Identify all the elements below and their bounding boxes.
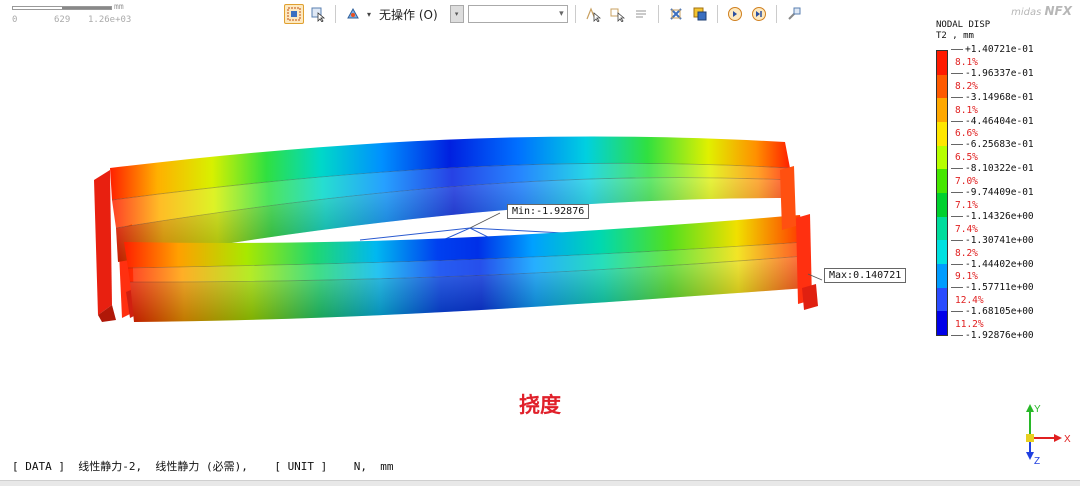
legend-percent: 8.1%: [955, 56, 978, 68]
legend-percent: 11.2%: [955, 319, 984, 331]
axis-label-x: X: [1064, 434, 1071, 445]
arrow-right-circle-icon: [751, 7, 766, 21]
brand-name: NFX: [1044, 4, 1073, 18]
display-icon: [347, 7, 359, 19]
legend-percent: 8.2%: [955, 247, 978, 259]
model-viewport[interactable]: [0, 30, 930, 440]
element-select-icon: [610, 8, 625, 22]
scale-tick: 629: [54, 15, 71, 25]
select-element-button[interactable]: [607, 4, 627, 24]
legend-percent: 6.5%: [955, 152, 978, 164]
legend-title: NODAL DISP T2 , mm: [936, 20, 991, 41]
legend-color-band: [937, 74, 947, 99]
next-button[interactable]: [749, 4, 769, 24]
legend-percent: 8.1%: [955, 104, 978, 116]
legend-value: -8.10322e-01: [951, 163, 1034, 174]
min-leader: [469, 212, 501, 229]
legend-value: -1.92876e+00: [951, 330, 1034, 341]
toolbar-separator: [775, 5, 777, 23]
scale-bar: mm 0 629 1.26e+03: [12, 2, 172, 26]
selection-combo[interactable]: [467, 5, 568, 23]
scale-bar-graphic: [12, 6, 112, 10]
list-icon: [635, 10, 646, 18]
arrow-left-circle-icon: [727, 7, 742, 21]
legend-percent: 8.2%: [955, 80, 978, 92]
legend-color-band: [937, 145, 947, 170]
figure-caption: 挠度: [519, 392, 561, 417]
toolbar: ▾ 无操作 (O) ▾: [284, 2, 804, 26]
highlight-button[interactable]: [690, 4, 710, 24]
legend-value: -1.30741e+00: [951, 235, 1034, 246]
highlight-icon: [693, 7, 707, 21]
min-value-callout: Min:-1.92876: [507, 204, 590, 219]
legend-percent: 12.4%: [955, 295, 984, 307]
legend-color-band: [937, 240, 947, 264]
scale-unit: mm: [114, 2, 124, 11]
select-icon: [287, 7, 301, 21]
legend-value: -6.25683e-01: [951, 139, 1034, 150]
operation-label[interactable]: 无操作 (O): [375, 6, 446, 23]
probe-button[interactable]: [784, 4, 804, 24]
chevron-down-icon[interactable]: ▾: [367, 10, 371, 19]
legend-value: -1.96337e-01: [951, 68, 1034, 79]
legend-percent: 7.4%: [955, 223, 978, 235]
pick-button[interactable]: [308, 4, 328, 24]
deselect-icon: [669, 8, 682, 20]
legend-color-band: [937, 169, 947, 193]
filter-dropdown[interactable]: ▾: [449, 5, 464, 23]
list-button[interactable]: [631, 4, 651, 24]
legend-color-band: [937, 287, 947, 312]
select-node-button[interactable]: [583, 4, 603, 24]
legend-value: -1.14326e+00: [951, 211, 1034, 222]
legend-color-band: [937, 192, 947, 217]
probe-icon: [787, 7, 801, 20]
legend-value: -1.57711e+00: [951, 282, 1034, 293]
legend-value: -1.68105e+00: [951, 306, 1034, 317]
legend-color-band: [937, 263, 947, 288]
legend-color-band: [937, 51, 947, 75]
scale-tick: 1.26e+03: [88, 15, 132, 25]
display-option-button[interactable]: [343, 4, 363, 24]
axis-label-y: Y: [1034, 404, 1041, 415]
legend-value: -9.74409e-01: [951, 187, 1034, 198]
scale-tick: 0: [12, 15, 18, 25]
legend-percent: 7.1%: [955, 199, 978, 211]
toolbar-separator: [335, 5, 336, 23]
legend-percent: 9.1%: [955, 271, 978, 283]
select-mode-button[interactable]: [284, 4, 304, 24]
legend-value: -3.14968e-01: [951, 92, 1034, 103]
legend-color-band: [937, 98, 947, 122]
scale-ticks: 0 629 1.26e+03: [12, 15, 131, 25]
legend-value: -4.46404e-01: [951, 116, 1034, 127]
previous-button[interactable]: [725, 4, 745, 24]
max-value-callout: Max:0.140721: [824, 268, 907, 283]
toolbar-separator: [716, 5, 718, 23]
legend-value: +1.40721e-01: [951, 44, 1034, 55]
brand-logo: midas NFX: [1011, 4, 1072, 18]
brand-prefix: midas: [1011, 7, 1042, 18]
legend-color-band: [937, 121, 947, 146]
legend-color-band: [937, 216, 947, 241]
node-select-icon: [586, 7, 601, 22]
toolbar-separator: [574, 5, 576, 23]
cursor-box-icon: [311, 7, 326, 22]
status-bar: [ DATA ] 线性静力-2, 线性静力 (必需), [ UNIT ] N, …: [12, 460, 394, 473]
legend-color-bar: [936, 50, 948, 336]
axis-label-z: Z: [1034, 456, 1040, 467]
legend-percent: 6.6%: [955, 128, 978, 140]
bottom-border: [0, 480, 1080, 486]
toolbar-separator: [657, 5, 659, 23]
axis-triad: Y X Z: [1026, 404, 1071, 467]
legend-value: -1.44402e+00: [951, 259, 1034, 270]
legend-percent: 7.0%: [955, 176, 978, 188]
deselect-button[interactable]: [666, 4, 686, 24]
legend-color-band: [937, 311, 947, 335]
